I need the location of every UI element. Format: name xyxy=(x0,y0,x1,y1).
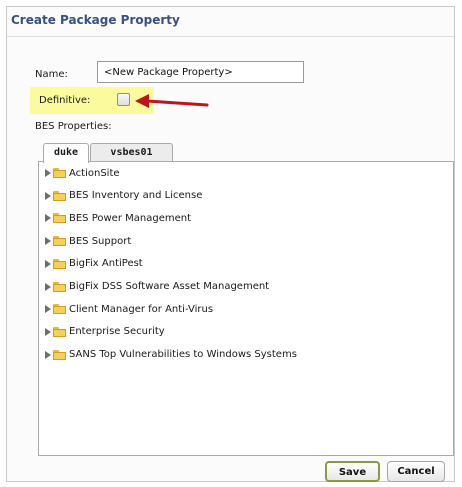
expand-arrow-icon[interactable] xyxy=(45,305,51,314)
folder-icon xyxy=(53,258,66,269)
tree-item[interactable]: SANS Top Vulnerabilities to Windows Syst… xyxy=(45,347,297,363)
definitive-label: Definitive: xyxy=(39,95,91,106)
folder-icon xyxy=(53,326,66,337)
expand-arrow-icon[interactable] xyxy=(45,282,51,291)
tree-item-label: Enterprise Security xyxy=(69,326,165,338)
expand-arrow-icon[interactable] xyxy=(45,169,51,177)
tree-item-label: Client Manager for Anti-Virus xyxy=(69,303,214,315)
folder-icon xyxy=(53,236,66,247)
save-button[interactable]: Save xyxy=(325,461,380,482)
expand-arrow-icon[interactable] xyxy=(45,237,51,246)
tree-item-label: BES Inventory and License xyxy=(69,190,203,202)
expand-arrow-icon[interactable] xyxy=(45,259,51,268)
folder-icon xyxy=(53,213,66,224)
tree-item[interactable]: BES Power Management xyxy=(45,210,191,226)
tree-item-label: BigFix AntiPest xyxy=(69,258,143,270)
folder-icon xyxy=(53,304,66,315)
tab-duke[interactable]: duke xyxy=(43,143,89,163)
tree-item[interactable]: BES Support xyxy=(45,233,131,249)
expand-arrow-icon[interactable] xyxy=(45,327,51,336)
folder-icon xyxy=(53,168,66,178)
folder-icon xyxy=(53,190,66,201)
properties-tree-panel: ActionSite BES Inventory and License BES P… xyxy=(38,161,454,456)
expand-arrow-icon[interactable] xyxy=(45,191,51,200)
pointer-arrow-icon xyxy=(135,94,209,108)
tree-item-label: BES Power Management xyxy=(69,212,191,224)
tree-item-label: BigFix DSS Software Asset Management xyxy=(69,281,270,292)
tab-vsbes01[interactable]: vsbes01 xyxy=(90,143,173,162)
tree-item[interactable]: Client Manager for Anti-Virus xyxy=(45,301,213,317)
folder-icon xyxy=(53,349,66,360)
bes-properties-label: BES Properties: xyxy=(35,121,112,132)
definitive-checkbox[interactable] xyxy=(117,93,130,106)
tree-item-label: SANS Top Vulnerabilities to Windows Syst… xyxy=(69,349,297,361)
name-label: Name: xyxy=(35,69,68,80)
tree-item[interactable]: ActionSite xyxy=(45,165,120,181)
tree-item[interactable]: Enterprise Security xyxy=(45,324,165,340)
folder-icon xyxy=(53,281,66,292)
expand-arrow-icon[interactable] xyxy=(45,214,51,223)
tree-item[interactable]: BES Inventory and License xyxy=(45,188,202,204)
cancel-button[interactable]: Cancel xyxy=(387,461,445,482)
tree-item[interactable]: BigFix DSS Software Asset Management xyxy=(45,279,269,295)
create-package-property-dialog: Create Package Property Name: Definitive… xyxy=(6,6,455,482)
tree-item-label: ActionSite xyxy=(69,167,120,179)
expand-arrow-icon[interactable] xyxy=(45,350,51,359)
dialog-title: Create Package Property xyxy=(11,13,180,27)
tree-item[interactable]: BigFix AntiPest xyxy=(45,256,143,272)
tree-item-label: BES Support xyxy=(69,235,132,247)
title-divider xyxy=(7,36,454,37)
name-input[interactable] xyxy=(97,61,304,83)
